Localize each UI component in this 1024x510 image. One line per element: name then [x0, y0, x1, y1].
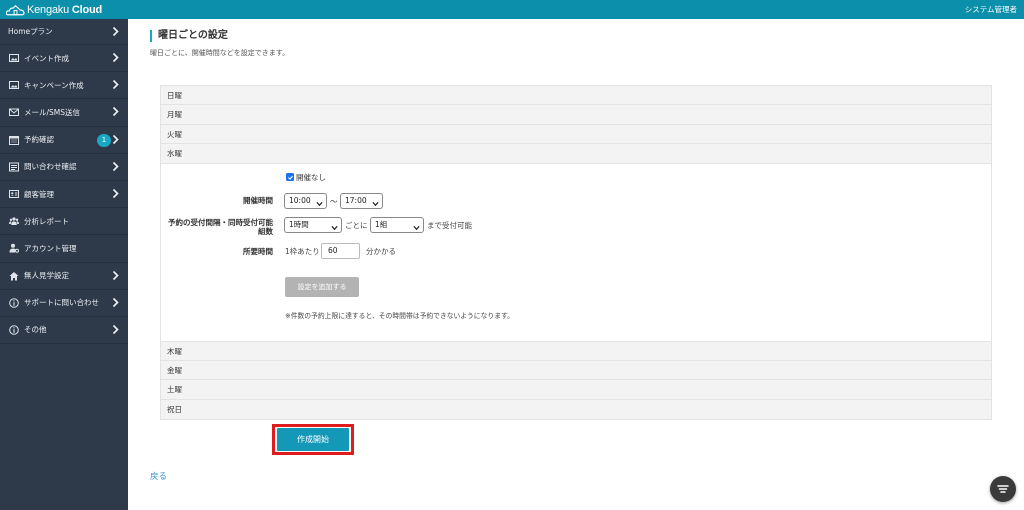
sidebar-item-label: 問い合わせ確認: [24, 162, 77, 172]
add-setting-button[interactable]: 設定を追加する: [285, 276, 359, 297]
logo-text: Kengaku Cloud: [27, 4, 102, 16]
sidebar-item-11[interactable]: サポートに問い合わせ: [0, 290, 128, 317]
day-row-sunday[interactable]: 日曜: [161, 86, 991, 106]
chevron-right-icon: [112, 79, 119, 90]
groups-value: 1組: [375, 219, 388, 229]
chevron-right-icon: [112, 134, 119, 145]
groups-select[interactable]: 1組: [370, 216, 424, 233]
sidebar-item-2[interactable]: イベント作成: [0, 45, 128, 73]
house-cloud-logo-icon: [6, 4, 25, 15]
sidebar-item-8[interactable]: 分析レポート: [0, 208, 128, 236]
logo-text-b: Cloud: [71, 3, 103, 16]
page-description: 曜日ごとに、開催時間などを設定できます。: [150, 49, 290, 57]
logo-text-a: Kengaku: [27, 3, 70, 16]
day-row-monday[interactable]: 月曜: [161, 105, 991, 125]
sidebar-item-label: 分析レポート: [24, 216, 69, 226]
sidebar-item-1[interactable]: Homeプラン: [0, 19, 128, 45]
page-title: 曜日ごとの設定: [150, 30, 228, 42]
filter-lines-icon: [997, 485, 1009, 493]
info-icon: [8, 297, 19, 308]
chevron-right-icon: [112, 297, 119, 308]
user-gear-icon: [8, 243, 19, 254]
interval-select[interactable]: 1時間: [284, 216, 342, 233]
chevron-right-icon: [112, 52, 119, 63]
sidebar-item-label: キャンペーン作成: [24, 80, 84, 90]
filter-menu-button[interactable]: [990, 476, 1016, 502]
info-icon: [8, 325, 19, 335]
sidebar-item-10[interactable]: 無人見学設定: [0, 263, 128, 290]
app-logo[interactable]: Kengaku Cloud: [6, 3, 102, 16]
interval-value: 1時間: [289, 219, 309, 229]
sidebar-item-label: Homeプラン: [8, 27, 53, 36]
day-row-tuesday[interactable]: 火曜: [161, 124, 991, 145]
no-event-checkbox[interactable]: [286, 173, 294, 182]
accept-text: まで受付可能: [427, 220, 472, 230]
interval-label-line1: 予約の受付間隔・同時受付可能: [168, 217, 273, 227]
chevron-right-icon: [112, 324, 119, 335]
start-creation-button[interactable]: 作成開始: [277, 428, 349, 451]
end-time-value: 17:00: [345, 195, 367, 205]
sidebar-item-9[interactable]: アカウント管理: [0, 235, 128, 263]
interval-label: 予約の受付間隔・同時受付可能 組数: [163, 218, 273, 236]
per-text: ごとに: [345, 220, 368, 230]
home-icon: [8, 271, 19, 281]
start-time-value: 10:00: [289, 195, 311, 205]
mail-icon: [8, 107, 19, 117]
day-row-friday[interactable]: 金曜: [161, 360, 991, 381]
no-event-checkbox-row[interactable]: 開催なし: [286, 172, 326, 183]
calendar-icon: [8, 135, 19, 145]
chevron-right-icon: [112, 161, 119, 172]
sidebar-item-label: メール/SMS送信: [24, 107, 81, 117]
back-link[interactable]: 戻る: [150, 470, 167, 482]
sidebar-item-label: イベント作成: [24, 53, 69, 63]
no-event-label: 開催なし: [296, 172, 326, 182]
day-row-holiday[interactable]: 祝日: [161, 399, 991, 420]
sidebar-item-3[interactable]: キャンペーン作成: [0, 72, 128, 100]
sidebar-item-5[interactable]: 予約確認 1: [0, 127, 128, 154]
sidebar-item-label: サポートに問い合わせ: [24, 298, 99, 308]
sidebar-item-label: 無人見学設定: [24, 271, 69, 281]
list-icon: [8, 162, 19, 172]
day-row-wednesday[interactable]: 水曜: [161, 144, 991, 164]
per-slot-text: 1枠あたり: [285, 246, 320, 256]
users-icon: [8, 216, 19, 226]
sidebar-item-12[interactable]: その他: [0, 317, 128, 345]
sidebar-item-label: その他: [24, 325, 47, 335]
sidebar-item-label: アカウント管理: [24, 243, 77, 253]
limit-note: ※件数の予約上限に達すると、その時間帯は予約できないようになります。: [285, 311, 514, 320]
chevron-right-icon: [112, 270, 119, 281]
chevron-right-icon: [112, 26, 119, 37]
end-time-select[interactable]: 17:00: [340, 192, 383, 209]
sidebar: Homeプランイベント作成キャンペーン作成 メール/SMS送信 予約確認 1 問い合わせ…: [0, 19, 128, 510]
interval-label-line2: 組数: [258, 226, 273, 236]
day-row-saturday[interactable]: 土曜: [161, 380, 991, 400]
chevron-down-icon: [316, 198, 323, 206]
check-icon: [287, 175, 293, 180]
sidebar-item-7[interactable]: 顧客管理: [0, 181, 128, 209]
day-row-thursday[interactable]: 木曜: [161, 341, 991, 361]
duration-label: 所要時間: [243, 246, 273, 256]
image-icon: [8, 80, 19, 90]
time-range-tilde: ～: [330, 196, 338, 206]
weekday-settings-list: 日曜 月曜 火曜 水曜 開催なし 開催時間 10:00 ～ 17:00 予約の受…: [160, 85, 992, 421]
sidebar-item-label: 顧客管理: [24, 189, 54, 199]
minutes-text: 分かかる: [366, 246, 396, 256]
chevron-down-icon: [413, 222, 420, 230]
wednesday-settings-panel: 開催なし 開催時間 10:00 ～ 17:00 予約の受付間隔・同時受付可能 組…: [161, 163, 991, 342]
duration-input[interactable]: 60: [321, 242, 360, 259]
top-header: Kengaku Cloud システム管理者: [0, 0, 1024, 19]
sidebar-item-label: 予約確認: [24, 135, 54, 145]
chevron-down-icon: [331, 222, 338, 230]
sidebar-item-6[interactable]: 問い合わせ確認: [0, 154, 128, 181]
notification-badge: 1: [97, 133, 111, 147]
chevron-down-icon: [372, 198, 379, 206]
user-role-label[interactable]: システム管理者: [965, 4, 1017, 15]
chevron-right-icon: [112, 106, 119, 117]
image-icon: [8, 53, 19, 63]
hours-label: 開催時間: [243, 195, 273, 205]
id-card-icon: [8, 189, 19, 199]
start-time-select[interactable]: 10:00: [284, 192, 327, 209]
sidebar-item-4[interactable]: メール/SMS送信: [0, 99, 128, 127]
chevron-right-icon: [112, 188, 119, 199]
